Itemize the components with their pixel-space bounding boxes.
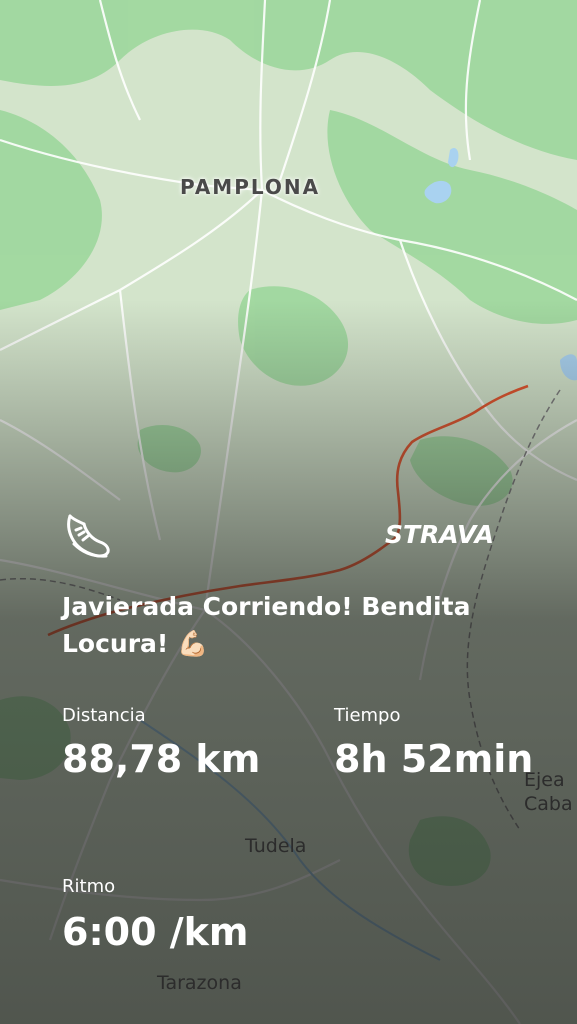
running-shoe-icon bbox=[67, 514, 110, 558]
distance-value: 88,78 km bbox=[62, 737, 261, 781]
time-value: 8h 52min bbox=[334, 737, 534, 781]
time-label: Tiempo bbox=[334, 705, 401, 726]
map-label-tarazona: Tarazona bbox=[157, 972, 242, 994]
map-label-tudela: Tudela bbox=[245, 835, 307, 857]
pace-label: Ritmo bbox=[62, 876, 116, 897]
activity-title: Javierada Corriendo! Bendita Locura! 💪🏻 bbox=[62, 592, 471, 658]
pace-value: 6:00 /km bbox=[62, 910, 249, 954]
strava-logo: STRAVA bbox=[385, 520, 494, 549]
activity-share-screen: PAMPLONA Tudela Tarazona Ejea Caba STRAV… bbox=[0, 0, 577, 1024]
map-label-pamplona: PAMPLONA bbox=[180, 175, 321, 199]
distance-label: Distancia bbox=[62, 705, 146, 726]
